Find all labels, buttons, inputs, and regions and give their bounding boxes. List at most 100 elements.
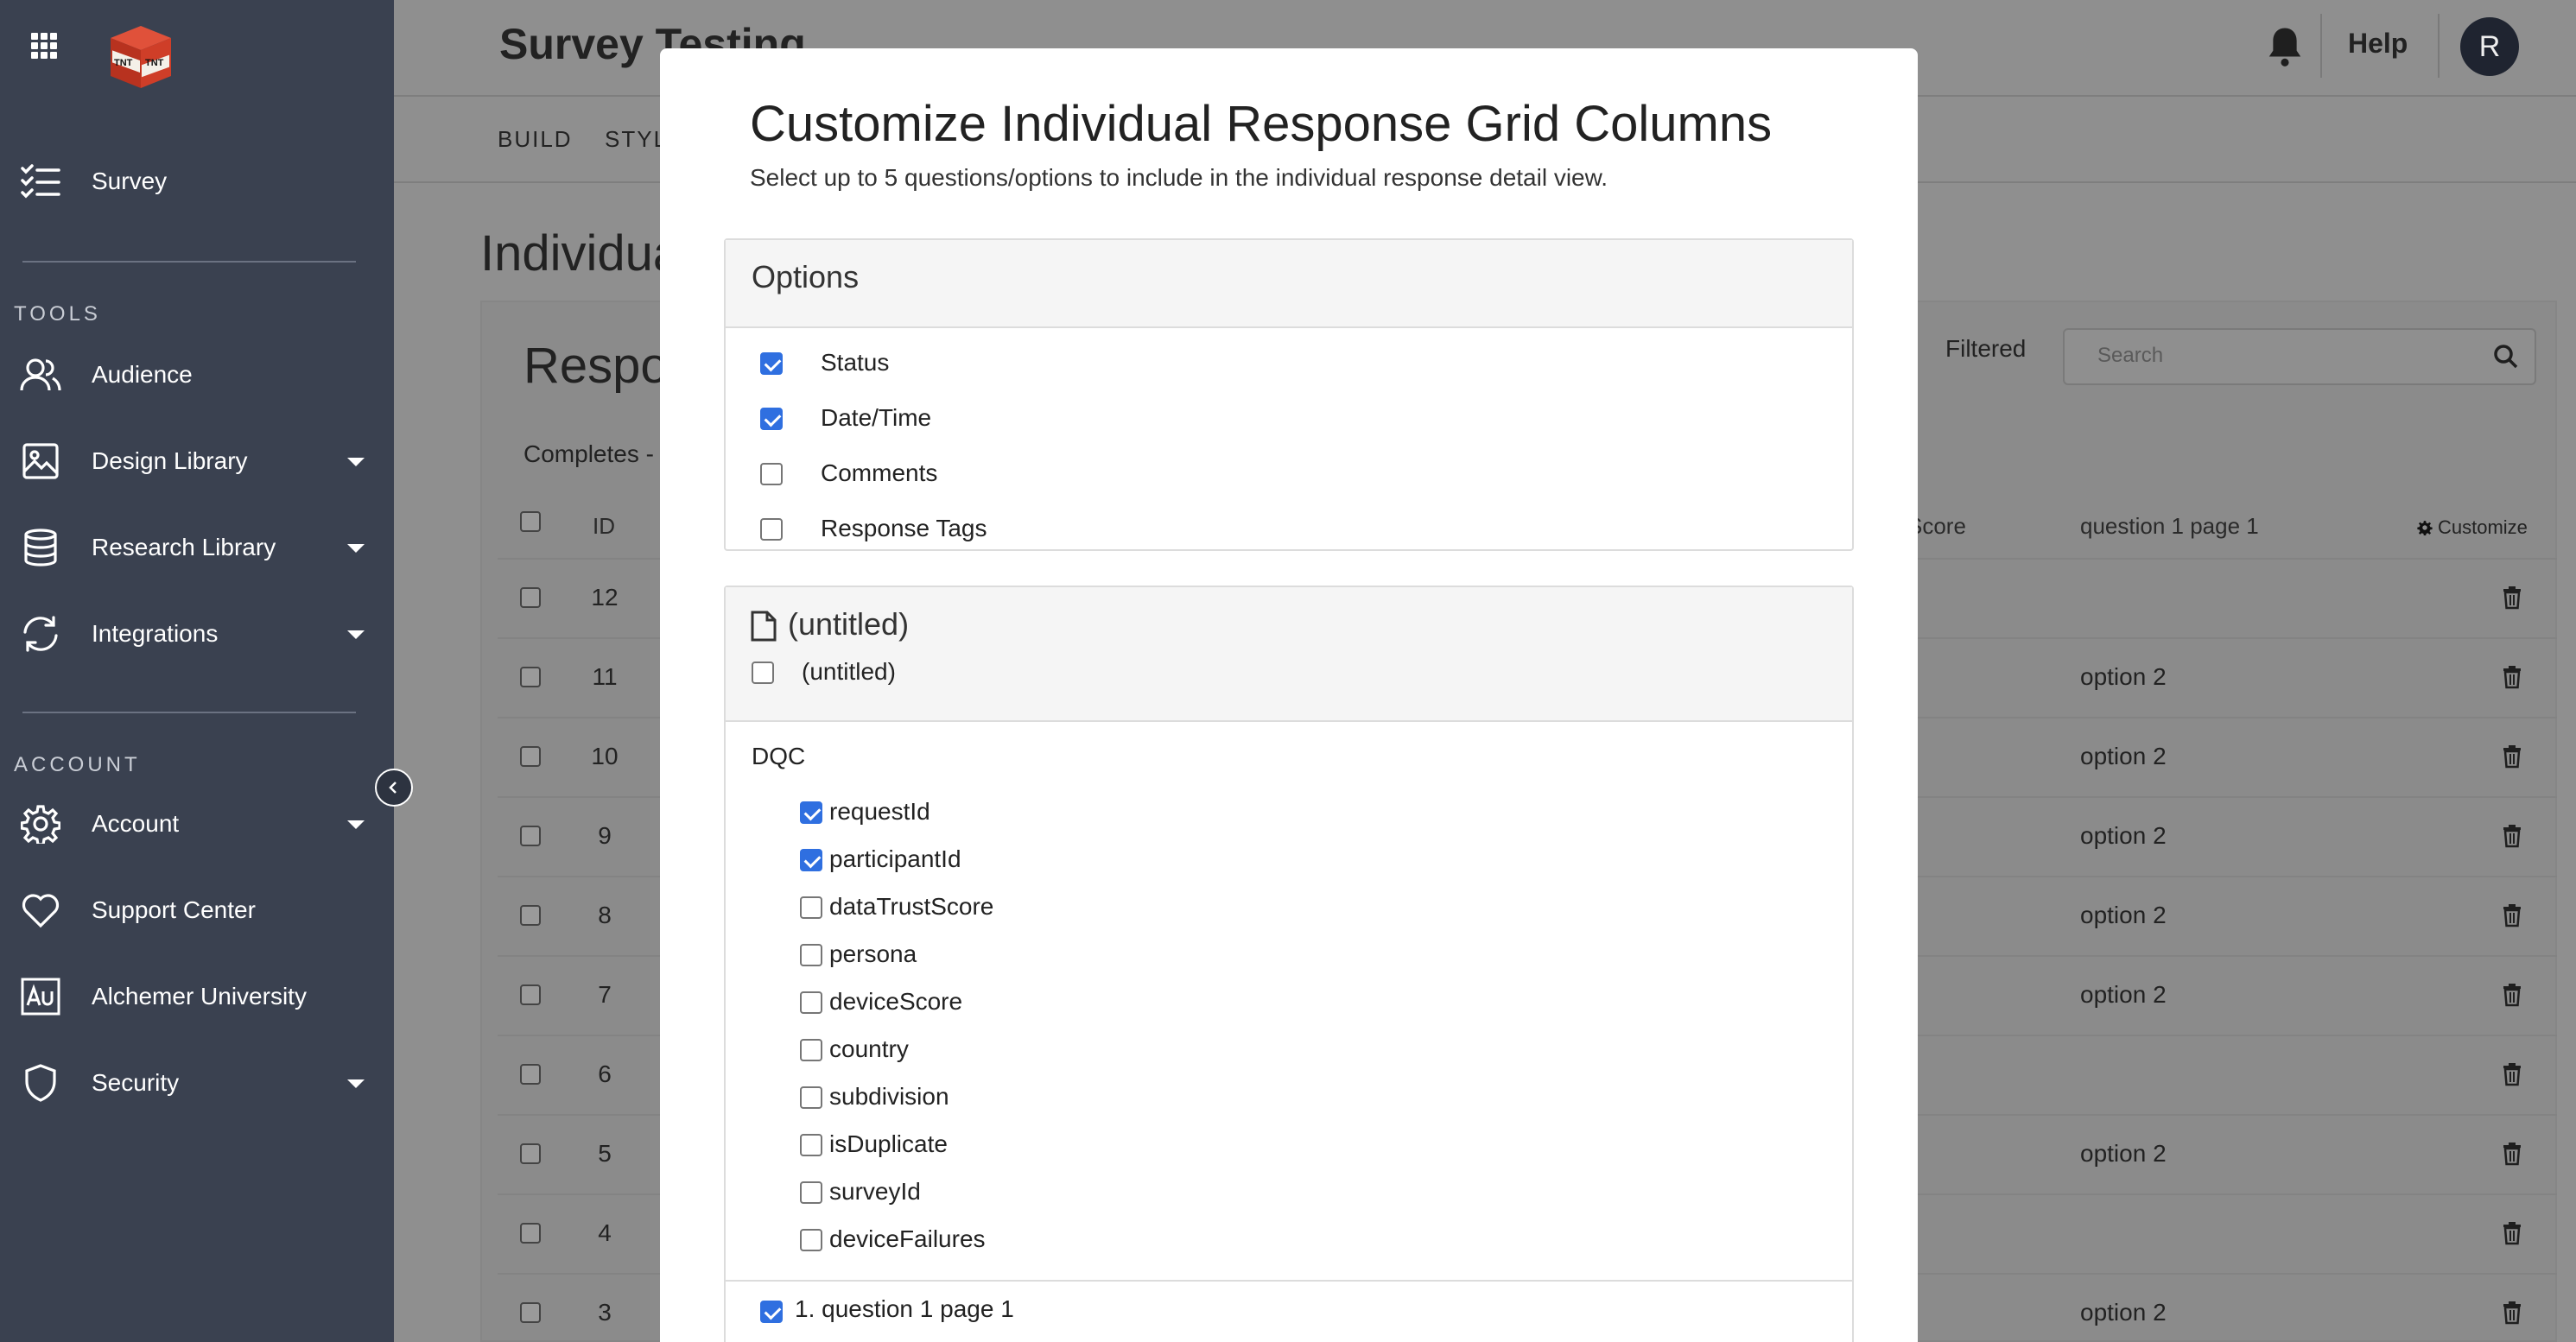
sidebar-item-account[interactable]: Account <box>19 798 373 850</box>
users-icon <box>19 353 62 396</box>
chevron-down-icon[interactable] <box>347 820 365 829</box>
app-grid-icon[interactable] <box>31 33 57 59</box>
help-link[interactable]: Help <box>2348 28 2408 60</box>
row-id[interactable]: 6 <box>579 1060 631 1088</box>
dqc-label[interactable]: deviceScore <box>829 988 962 1016</box>
dqc-label[interactable]: surveyId <box>829 1178 921 1206</box>
column-id[interactable]: ID <box>593 513 615 540</box>
tnt-logo[interactable]: TNT TNT <box>102 22 180 92</box>
search-icon[interactable] <box>2493 344 2519 370</box>
chevron-down-icon[interactable] <box>347 630 365 639</box>
search-input[interactable] <box>2097 344 2460 368</box>
status-label[interactable]: Status <box>821 349 889 377</box>
status-checkbox[interactable] <box>760 352 783 375</box>
customize-columns-modal: Customize Individual Response Grid Colum… <box>660 48 1918 1342</box>
avatar[interactable]: R <box>2460 17 2519 76</box>
page-untitled-label[interactable]: (untitled) <box>802 658 896 686</box>
dqc-label[interactable]: requestId <box>829 798 930 826</box>
dqc-checkbox[interactable] <box>800 896 822 919</box>
dqc-checkbox[interactable] <box>800 1039 822 1061</box>
completes-filter[interactable]: Completes - <box>523 440 654 468</box>
column-question[interactable]: question 1 page 1 <box>2080 513 2259 540</box>
dqc-label[interactable]: country <box>829 1035 909 1063</box>
row-id[interactable]: 3 <box>579 1299 631 1326</box>
sidebar-collapse-button[interactable] <box>375 769 413 807</box>
row-id[interactable]: 8 <box>579 902 631 929</box>
tab-build[interactable]: BUILD <box>498 126 573 153</box>
row-checkbox[interactable] <box>520 1064 541 1085</box>
dqc-checkbox[interactable] <box>800 1086 822 1109</box>
trash-icon[interactable] <box>2502 744 2522 769</box>
response-tags-checkbox[interactable] <box>760 518 783 541</box>
row-checkbox[interactable] <box>520 1223 541 1244</box>
row-checkbox[interactable] <box>520 587 541 608</box>
question-checkbox[interactable] <box>760 1301 783 1323</box>
row-id[interactable]: 10 <box>579 743 631 770</box>
row-id[interactable]: 11 <box>579 663 631 691</box>
chevron-down-icon[interactable] <box>347 544 365 553</box>
question-label[interactable]: 1. question 1 page 1 <box>795 1295 1014 1323</box>
shield-icon <box>19 1061 62 1105</box>
sidebar-item-integrations[interactable]: Integrations <box>19 608 373 660</box>
row-id[interactable]: 7 <box>579 981 631 1009</box>
image-icon <box>19 440 62 483</box>
datetime-checkbox[interactable] <box>760 408 783 430</box>
comments-checkbox[interactable] <box>760 463 783 485</box>
dqc-checkbox[interactable] <box>800 849 822 871</box>
row-checkbox[interactable] <box>520 905 541 926</box>
trash-icon[interactable] <box>2502 824 2522 848</box>
dqc-checkbox[interactable] <box>800 1134 822 1156</box>
chevron-down-icon[interactable] <box>347 458 365 466</box>
customize-button[interactable]: Customize <box>2417 516 2528 539</box>
datetime-label[interactable]: Date/Time <box>821 404 931 432</box>
row-checkbox[interactable] <box>520 1143 541 1164</box>
trash-icon[interactable] <box>2502 1221 2522 1245</box>
sidebar-section-tools: TOOLS <box>14 302 101 326</box>
sidebar-item-audience[interactable]: Audience <box>19 349 373 401</box>
row-checkbox[interactable] <box>520 1302 541 1323</box>
sidebar-item-survey[interactable]: Survey <box>19 155 373 207</box>
trash-icon[interactable] <box>2502 983 2522 1007</box>
trash-icon[interactable] <box>2502 1142 2522 1166</box>
dqc-checkbox[interactable] <box>800 991 822 1014</box>
dqc-checkbox[interactable] <box>800 1229 822 1251</box>
row-checkbox[interactable] <box>520 746 541 767</box>
comments-label[interactable]: Comments <box>821 459 937 487</box>
sidebar-item-security[interactable]: Security <box>19 1057 373 1109</box>
trash-icon[interactable] <box>2502 586 2522 610</box>
sidebar-item-alchemer-university[interactable]: Alchemer University <box>19 971 373 1022</box>
row-id[interactable]: 12 <box>579 584 631 611</box>
divider <box>726 1280 1852 1282</box>
dqc-label[interactable]: deviceFailures <box>829 1225 986 1253</box>
row-id[interactable]: 4 <box>579 1219 631 1247</box>
row-question-value: option 2 <box>2080 822 2167 849</box>
dqc-label[interactable]: persona <box>829 940 917 968</box>
svg-text:TNT: TNT <box>114 58 133 68</box>
sidebar-item-support-center[interactable]: Support Center <box>19 884 373 936</box>
sidebar-item-design-library[interactable]: Design Library <box>19 435 373 487</box>
page-untitled-checkbox[interactable] <box>752 662 774 684</box>
row-checkbox[interactable] <box>520 667 541 687</box>
row-checkbox[interactable] <box>520 826 541 846</box>
row-checkbox[interactable] <box>520 984 541 1005</box>
chevron-down-icon[interactable] <box>347 1079 365 1088</box>
trash-icon[interactable] <box>2502 665 2522 689</box>
response-tags-label[interactable]: Response Tags <box>821 515 987 542</box>
select-all-checkbox[interactable] <box>520 511 541 532</box>
dqc-checkbox[interactable] <box>800 944 822 966</box>
filtered-label[interactable]: Filtered <box>1945 335 2026 363</box>
dqc-checkbox[interactable] <box>800 801 822 824</box>
row-id[interactable]: 5 <box>579 1140 631 1168</box>
trash-icon[interactable] <box>2502 1062 2522 1086</box>
dqc-label[interactable]: participantId <box>829 845 961 873</box>
row-id[interactable]: 9 <box>579 822 631 850</box>
dqc-label[interactable]: subdivision <box>829 1083 949 1111</box>
trash-icon[interactable] <box>2502 1301 2522 1325</box>
bell-icon[interactable] <box>2263 24 2306 67</box>
dqc-checkbox[interactable] <box>800 1181 822 1204</box>
sidebar-item-research-library[interactable]: Research Library <box>19 522 373 573</box>
dqc-label[interactable]: isDuplicate <box>829 1130 948 1158</box>
trash-icon[interactable] <box>2502 903 2522 927</box>
dqc-label[interactable]: dataTrustScore <box>829 893 993 921</box>
row-question-value: option 2 <box>2080 902 2167 928</box>
